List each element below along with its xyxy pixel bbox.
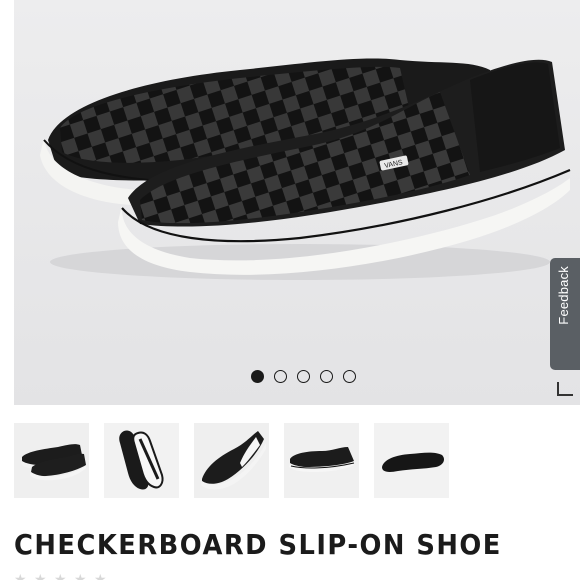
shoe-top-sole-icon: [104, 423, 179, 498]
product-title: CHECKERBOARD SLIP-ON SHOE: [14, 528, 502, 561]
hero-left-edge: [0, 0, 14, 405]
feedback-tab[interactable]: Feedback: [550, 258, 580, 396]
feedback-icon: [557, 382, 573, 396]
product-hero-image[interactable]: VANS Feedback: [0, 0, 580, 405]
carousel-dot-5[interactable]: [343, 370, 356, 383]
thumbnail-1[interactable]: [14, 423, 89, 498]
feedback-label: Feedback: [556, 266, 571, 325]
thumbnail-5[interactable]: [374, 423, 449, 498]
star-icon: ★: [54, 571, 67, 580]
rating-stars[interactable]: ★ ★ ★ ★ ★: [14, 572, 108, 580]
star-icon: ★: [74, 571, 87, 580]
carousel-dot-4[interactable]: [320, 370, 333, 383]
thumbnail-2[interactable]: [104, 423, 179, 498]
star-icon: ★: [14, 571, 27, 580]
shoe-heel-icon: [194, 423, 269, 498]
carousel-dot-2[interactable]: [274, 370, 287, 383]
shoe-sole-icon: [374, 423, 449, 498]
carousel-dots: [251, 370, 356, 383]
shoe-pair-icon: [14, 423, 89, 498]
carousel-dot-3[interactable]: [297, 370, 310, 383]
thumbnail-strip: [14, 423, 449, 498]
thumbnail-4[interactable]: [284, 423, 359, 498]
carousel-dot-1[interactable]: [251, 370, 264, 383]
star-icon: ★: [94, 571, 107, 580]
shoe-side-icon: [284, 423, 359, 498]
shoe-pair-image: VANS: [0, 0, 580, 405]
thumbnail-3[interactable]: [194, 423, 269, 498]
star-icon: ★: [34, 571, 47, 580]
